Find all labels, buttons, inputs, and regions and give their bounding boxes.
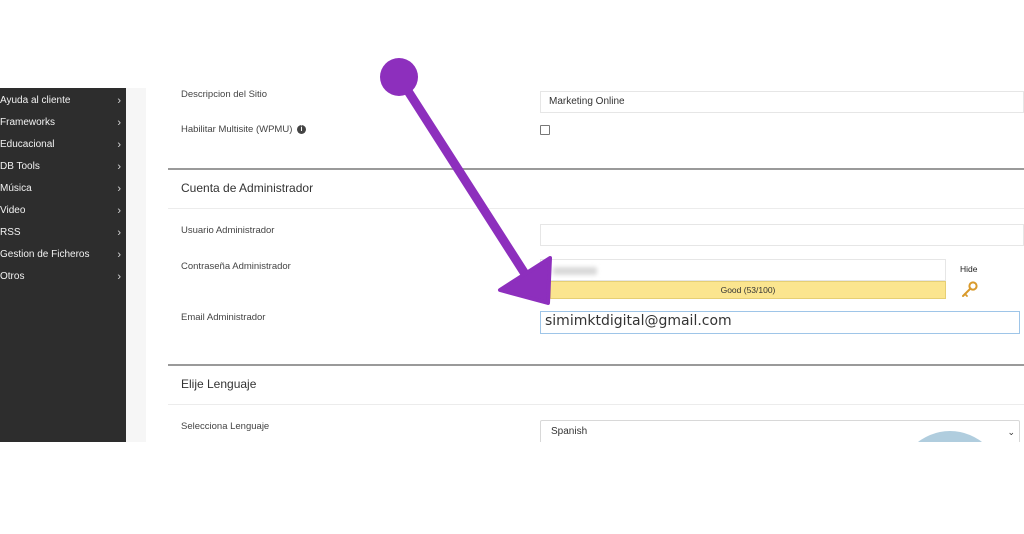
arrow-start-dot [380,58,418,96]
page: Ayuda al cliente › Frameworks › Educacio… [0,0,1024,534]
annotation-arrow [380,58,552,305]
arrow-head [498,256,552,305]
arrow-shaft [394,72,532,282]
